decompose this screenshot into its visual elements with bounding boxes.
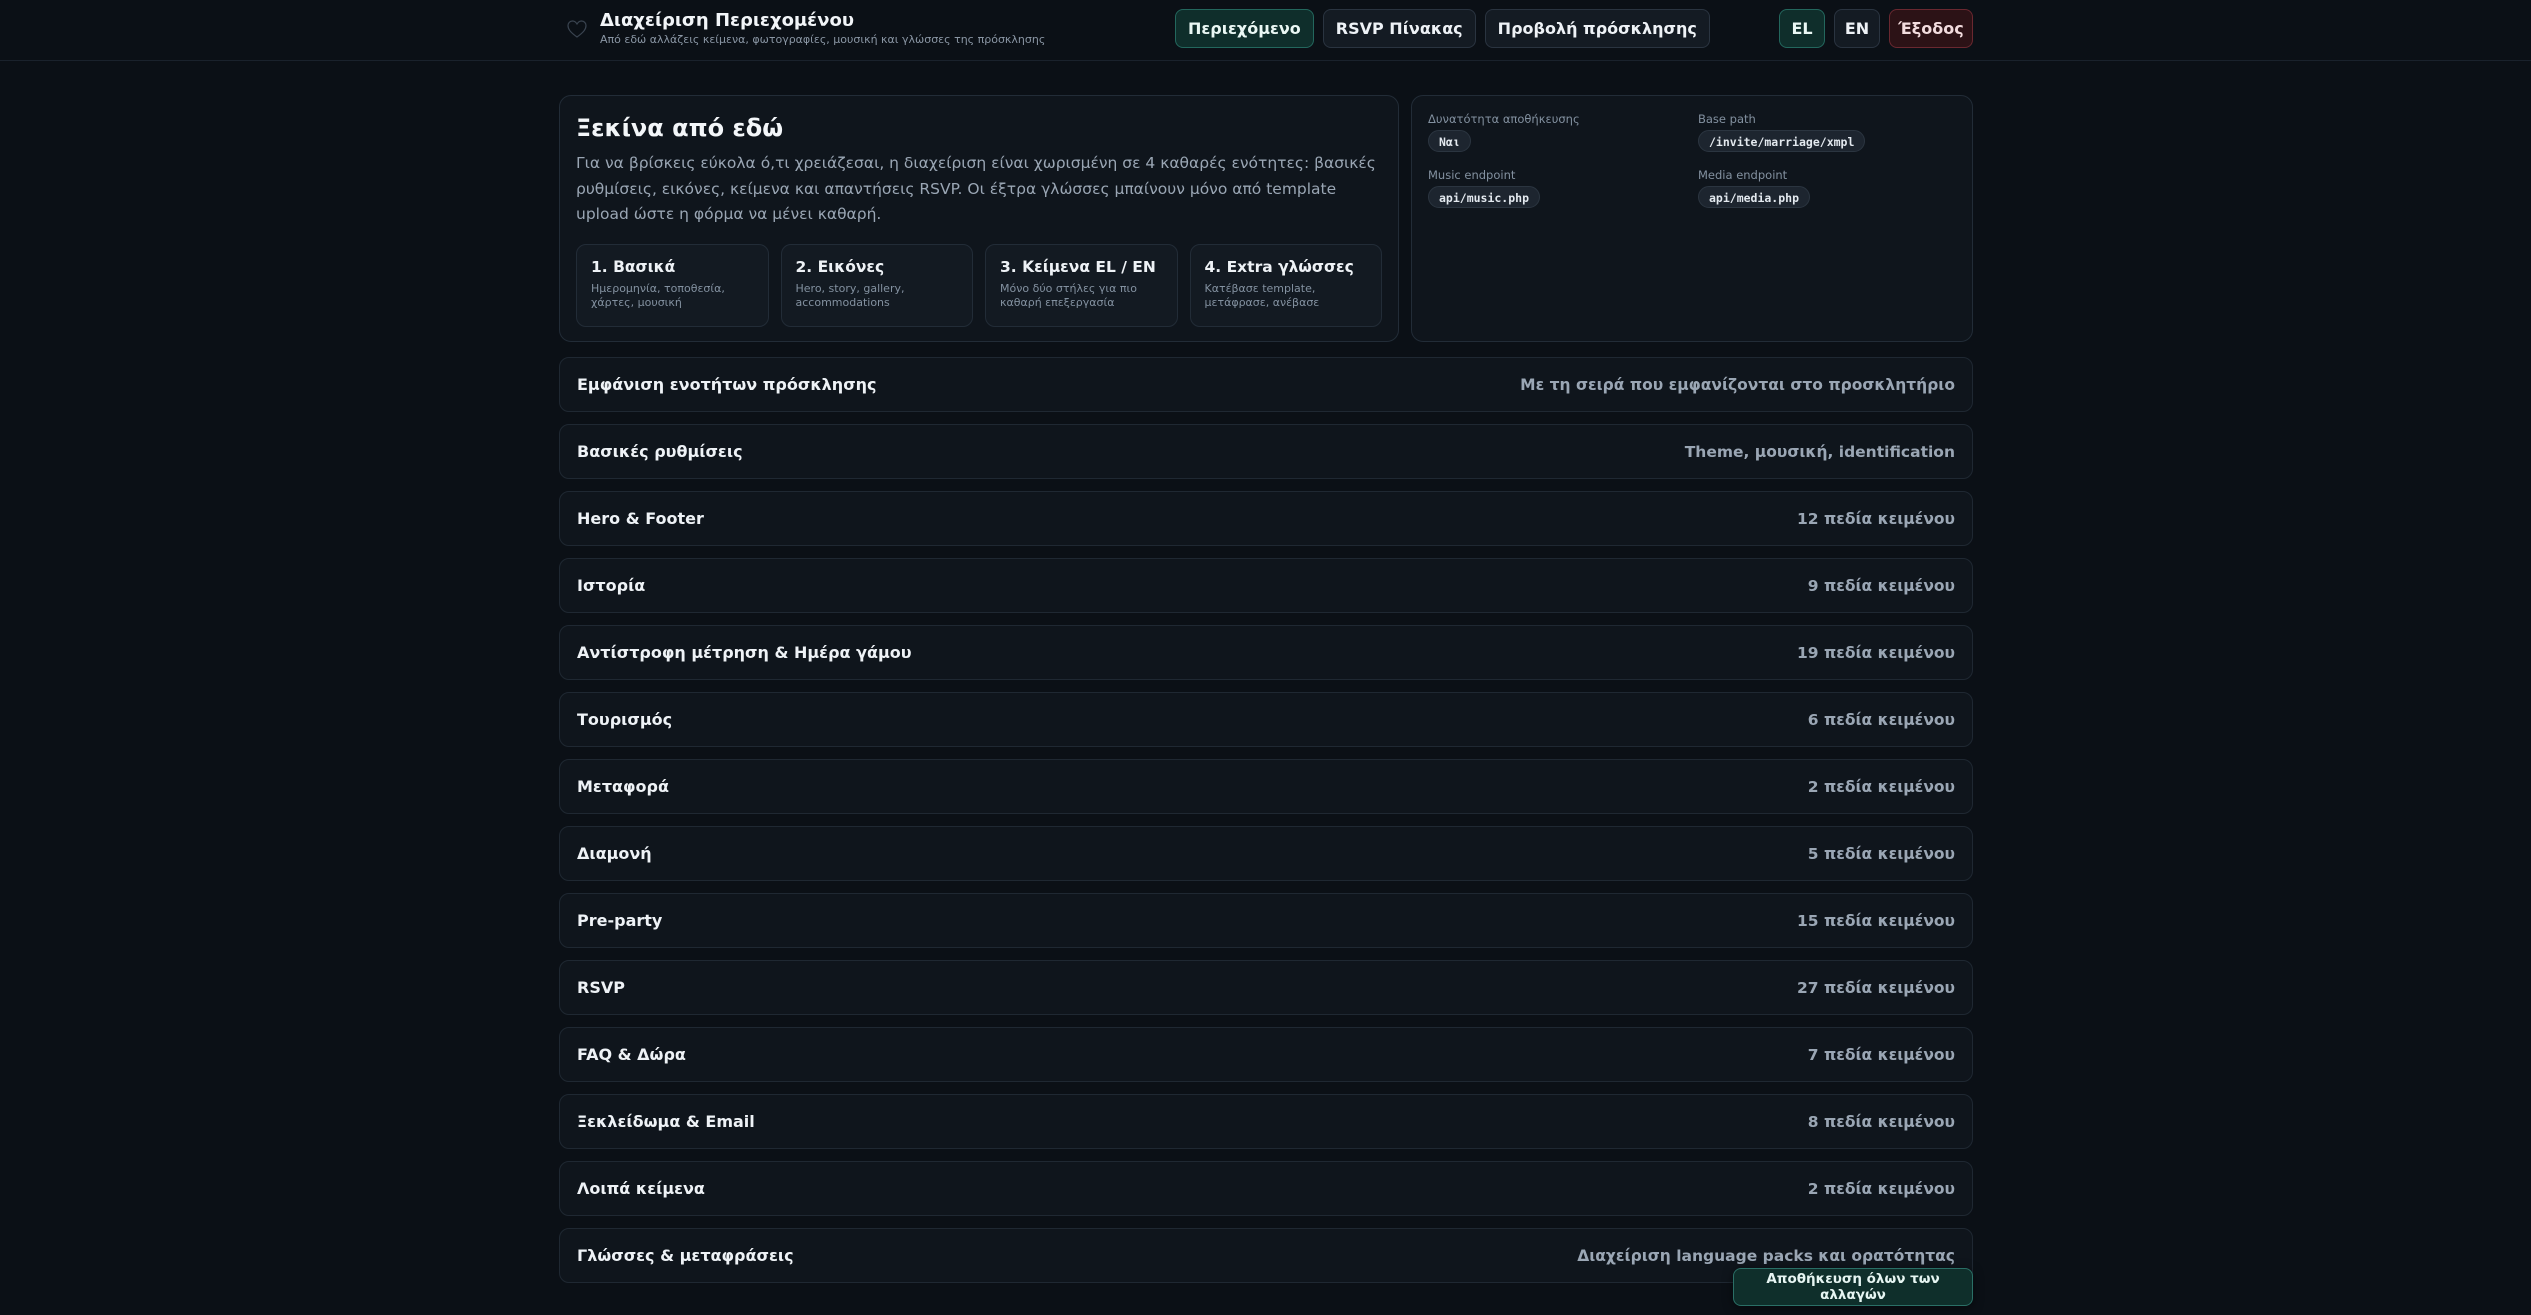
section-title: RSVP — [577, 978, 625, 997]
section-countdown[interactable]: Αντίστροφη μέτρηση & Ημέρα γάμου 19 πεδί… — [559, 625, 1973, 680]
step-extra-languages[interactable]: 4. Extra γλώσσες Κατέβασε template, μετά… — [1189, 243, 1382, 327]
section-title: Ξεκλείδωμα & Email — [577, 1112, 755, 1131]
section-title: Pre-party — [577, 911, 663, 930]
section-story[interactable]: Ιστορία 9 πεδία κειμένου — [559, 558, 1973, 613]
info-save-capability: Δυνατότητα αποθήκευσης Ναι — [1428, 112, 1698, 152]
section-meta: 6 πεδία κειμένου — [1807, 710, 1955, 729]
step-desc: Κατέβασε template, μετάφρασε, ανέβασε — [1204, 281, 1320, 309]
section-title: Ιστορία — [577, 576, 646, 595]
section-title: Μεταφορά — [577, 777, 669, 796]
info-value: Ναι — [1428, 130, 1471, 152]
steps: 1. Βασικά Ημερομηνία, τοποθεσία, χάρτες,… — [576, 243, 1382, 327]
language-switcher: EL EN Έξοδος — [1779, 9, 1973, 48]
step-title: 2. Εικόνες — [795, 257, 885, 276]
lang-en-button[interactable]: EN — [1834, 9, 1880, 48]
section-meta: 12 πεδία κειμένου — [1797, 509, 1955, 528]
info-label: Base path — [1698, 112, 1756, 126]
section-meta: Με τη σειρά που εμφανίζονται στο προσκλη… — [1520, 375, 1955, 394]
section-faq-gifts[interactable]: FAQ & Δώρα 7 πεδία κειμένου — [559, 1027, 1973, 1082]
section-meta: 5 πεδία κειμένου — [1807, 844, 1955, 863]
intro-title: Ξεκίνα από εδώ — [576, 114, 784, 142]
section-title: Εμφάνιση ενοτήτων πρόσκλησης — [577, 375, 877, 394]
step-desc: Hero, story, gallery, accommodations — [795, 281, 905, 309]
section-title: Αντίστροφη μέτρηση & Ημέρα γάμου — [577, 643, 912, 662]
main-nav: Περιεχόμενο RSVP Πίνακας Προβολή πρόσκλη… — [1175, 9, 1710, 48]
section-title: FAQ & Δώρα — [577, 1045, 686, 1064]
page-title: Διαχείριση Περιεχομένου — [600, 10, 854, 31]
section-meta: 2 πεδία κειμένου — [1807, 1179, 1955, 1198]
section-meta: 8 πεδία κειμένου — [1807, 1112, 1955, 1131]
save-all-button[interactable]: Αποθήκευση όλων των αλλαγών — [1733, 1268, 1973, 1306]
info-label: Media endpoint — [1698, 168, 1788, 182]
logout-button[interactable]: Έξοδος — [1889, 9, 1973, 48]
info-value: api/media.php — [1698, 186, 1811, 208]
section-accommodation[interactable]: Διαμονή 5 πεδία κειμένου — [559, 826, 1973, 881]
step-desc: Ημερομηνία, τοποθεσία, χάρτες, μουσική — [591, 281, 725, 309]
section-title: Τουρισμός — [577, 710, 673, 729]
section-visibility[interactable]: Εμφάνιση ενοτήτων πρόσκλησης Με τη σειρά… — [559, 357, 1973, 412]
intro-text: Για να βρίσκεις εύκολα ό,τι χρειάζεσαι, … — [576, 154, 1376, 223]
section-meta: Διαχείριση language packs και ορατότητας — [1577, 1246, 1955, 1265]
page-subtitle: Από εδώ αλλάζεις κείμενα, φωτογραφίες, μ… — [600, 33, 1046, 46]
section-tourism[interactable]: Τουρισμός 6 πεδία κειμένου — [559, 692, 1973, 747]
step-title: 1. Βασικά — [591, 257, 676, 276]
top-bar: Διαχείριση Περιεχομένου Από εδώ αλλάζεις… — [0, 0, 2531, 61]
info-label: Music endpoint — [1428, 168, 1516, 182]
section-title: Διαμονή — [577, 844, 652, 863]
step-images[interactable]: 2. Εικόνες Hero, story, gallery, accommo… — [780, 243, 973, 327]
info-media-endpoint: Media endpoint api/media.php — [1698, 168, 1968, 208]
step-desc: Μόνο δύο στήλες για πιο καθαρή επεξεργασ… — [1000, 281, 1137, 309]
info-music-endpoint: Music endpoint api/music.php — [1428, 168, 1698, 208]
lang-el-button[interactable]: EL — [1779, 9, 1825, 48]
step-title: 4. Extra γλώσσες — [1204, 257, 1354, 276]
step-title: 3. Κείμενα EL / EN — [1000, 257, 1156, 276]
section-hero-footer[interactable]: Hero & Footer 12 πεδία κειμένου — [559, 491, 1973, 546]
brand: Διαχείριση Περιεχομένου Από εδώ αλλάζεις… — [566, 10, 1045, 47]
info-base-path: Base path /invite/marriage/xmpl — [1698, 112, 1968, 152]
info-value: api/music.php — [1428, 186, 1541, 208]
section-title: Λοιπά κείμενα — [577, 1179, 705, 1198]
heart-icon — [566, 18, 588, 40]
section-basic-settings[interactable]: Βασικές ρυθμίσεις Theme, μουσική, identi… — [559, 424, 1973, 479]
section-unlock-email[interactable]: Ξεκλείδωμα & Email 8 πεδία κειμένου — [559, 1094, 1973, 1149]
section-meta: Theme, μουσική, identification — [1684, 442, 1955, 461]
section-meta: 19 πεδία κειμένου — [1797, 643, 1955, 662]
intro-card: Ξεκίνα από εδώ Για να βρίσκεις εύκολα ό,… — [559, 95, 1399, 342]
info-label: Δυνατότητα αποθήκευσης — [1428, 112, 1580, 126]
step-texts[interactable]: 3. Κείμενα EL / EN Μόνο δύο στήλες για π… — [985, 243, 1178, 327]
section-meta: 2 πεδία κειμένου — [1807, 777, 1955, 796]
info-value: /invite/marriage/xmpl — [1698, 130, 1866, 152]
section-meta: 15 πεδία κειμένου — [1797, 911, 1955, 930]
section-title: Βασικές ρυθμίσεις — [577, 442, 743, 461]
tab-content[interactable]: Περιεχόμενο — [1175, 9, 1314, 48]
tab-view-invitation[interactable]: Προβολή πρόσκλησης — [1484, 9, 1710, 48]
sections-list: Εμφάνιση ενοτήτων πρόσκλησης Με τη σειρά… — [559, 357, 1973, 1295]
section-title: Hero & Footer — [577, 509, 704, 528]
tab-rsvp-table[interactable]: RSVP Πίνακας — [1322, 9, 1476, 48]
section-other-texts[interactable]: Λοιπά κείμενα 2 πεδία κειμένου — [559, 1161, 1973, 1216]
section-rsvp[interactable]: RSVP 27 πεδία κειμένου — [559, 960, 1973, 1015]
section-meta: 7 πεδία κειμένου — [1807, 1045, 1955, 1064]
info-card: Δυνατότητα αποθήκευσης Ναι Base path /in… — [1411, 95, 1973, 342]
section-transport[interactable]: Μεταφορά 2 πεδία κειμένου — [559, 759, 1973, 814]
section-title: Γλώσσες & μεταφράσεις — [577, 1246, 794, 1265]
section-meta: 9 πεδία κειμένου — [1807, 576, 1955, 595]
section-meta: 27 πεδία κειμένου — [1797, 978, 1955, 997]
section-pre-party[interactable]: Pre-party 15 πεδία κειμένου — [559, 893, 1973, 948]
step-basics[interactable]: 1. Βασικά Ημερομηνία, τοποθεσία, χάρτες,… — [576, 243, 769, 327]
